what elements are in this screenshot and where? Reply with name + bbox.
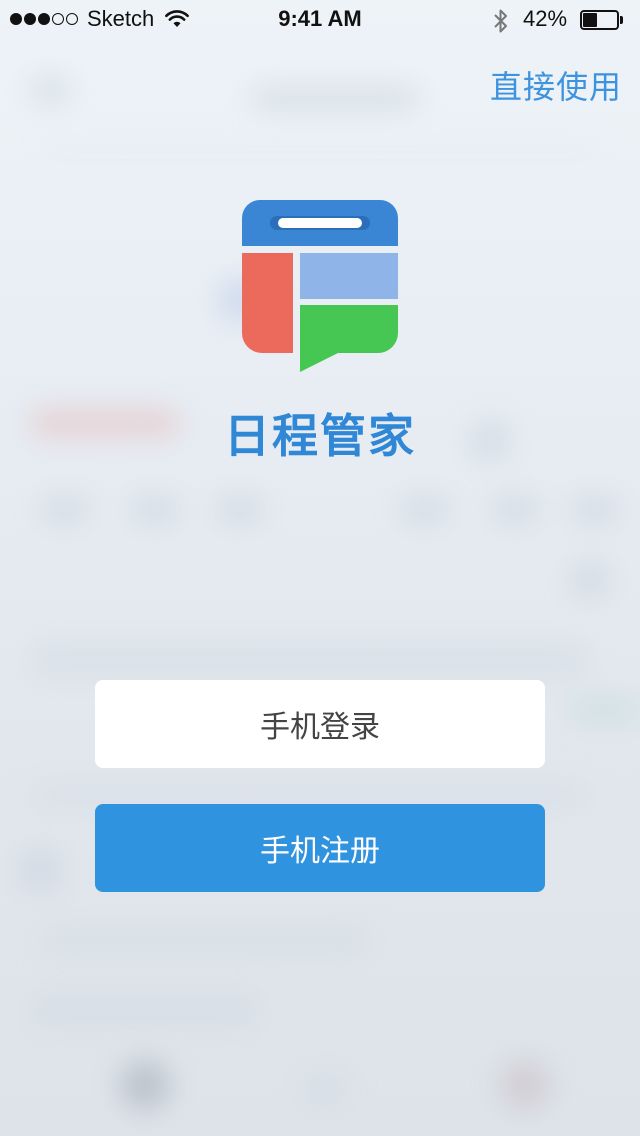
phone-register-button[interactable]: 手机注册 — [95, 804, 545, 892]
skip-link[interactable]: 直接使用 — [490, 62, 622, 108]
phone-login-button[interactable]: 手机登录 — [95, 680, 545, 768]
logo-green-panel — [300, 305, 398, 372]
logo-red-panel — [242, 253, 293, 353]
battery-tip — [620, 16, 623, 24]
battery-fill — [583, 13, 597, 27]
battery-percentage: 42% — [523, 6, 568, 31]
logo-slot-inner — [278, 218, 362, 228]
app-name: 日程管家 — [224, 409, 416, 463]
blurred-background — [0, 0, 640, 1136]
status-bar: Sketch 9:41 AM 42% — [0, 0, 640, 40]
phone-login-label: 手机登录 — [260, 710, 380, 745]
phone-register-label: 手机注册 — [260, 834, 380, 869]
bluetooth-icon — [494, 9, 507, 33]
calendar-chat-logo-icon — [242, 200, 398, 372]
logo-blue-panel — [300, 253, 398, 299]
battery-icon — [580, 10, 624, 30]
